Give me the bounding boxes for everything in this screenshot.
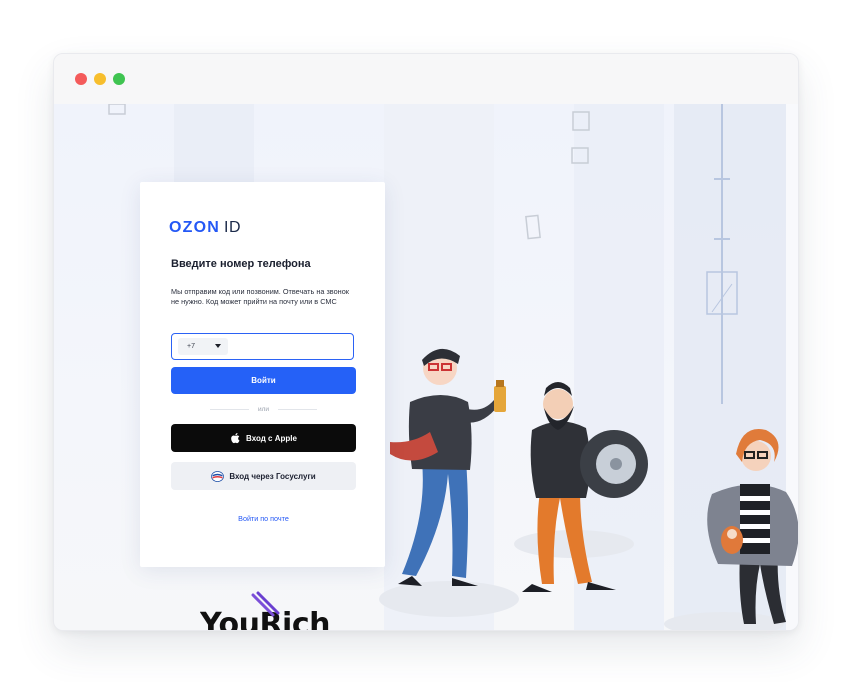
man-with-oil-bottle (390, 348, 506, 586)
login-card: OZON ID Введите номер телефона Мы отправ… (140, 182, 385, 567)
logo-suffix: ID (224, 219, 242, 236)
watermark-logo-graphic: YouRich (199, 591, 330, 630)
login-button[interactable]: Войти (171, 367, 356, 394)
characters-illustration (390, 348, 798, 624)
divider-line-right (278, 408, 317, 410)
browser-window: OZON ID Введите номер телефона Мы отправ… (53, 53, 799, 631)
login-button-label: Войти (251, 376, 276, 385)
divider-line-left (210, 408, 249, 410)
man-with-tire (522, 382, 648, 592)
woman-with-matryoshka (707, 429, 798, 624)
chevron-down-icon (215, 344, 221, 348)
country-code-value: +7 (187, 343, 195, 350)
close-window-button[interactable] (75, 73, 87, 85)
gosuslugi-button-label: Вход через Госуслуги (229, 471, 316, 481)
gosuslugi-login-button[interactable]: Вход через Госуслуги (171, 462, 356, 490)
apple-login-button[interactable]: Вход с Apple (171, 424, 356, 452)
description-text: Мы отправим код или позвоним. Отвечать н… (171, 287, 349, 307)
or-divider: или (210, 404, 317, 414)
maximize-window-button[interactable] (113, 73, 125, 85)
ozon-id-logo: OZON ID (169, 219, 241, 237)
logo-brand: OZON (169, 219, 221, 236)
window-titlebar (54, 54, 798, 104)
phone-input[interactable]: +7 (171, 333, 354, 360)
gosuslugi-icon (211, 470, 225, 482)
apple-icon (231, 432, 240, 444)
apple-button-label: Вход с Apple (246, 433, 297, 443)
country-code-select[interactable]: +7 (178, 338, 228, 355)
email-login-link[interactable]: Войти по почте (171, 514, 356, 523)
or-label: или (257, 405, 270, 413)
yourich-watermark: YouRich (199, 591, 335, 630)
page-heading: Введите номер телефона (171, 258, 311, 270)
watermark-text: YouRich (200, 607, 330, 630)
login-page: OZON ID Введите номер телефона Мы отправ… (54, 104, 798, 630)
minimize-window-button[interactable] (94, 73, 106, 85)
